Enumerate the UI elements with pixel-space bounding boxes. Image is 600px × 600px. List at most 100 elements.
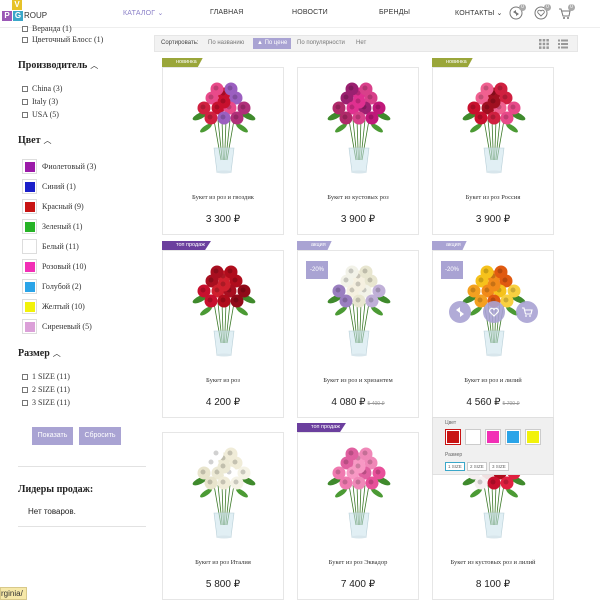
option-size[interactable]: 3 SIZE — [489, 462, 509, 471]
color-title[interactable]: Цвет ︿ — [18, 135, 52, 146]
product-name[interactable]: Букет из роз Эквадор — [298, 559, 418, 566]
product-image[interactable] — [319, 259, 399, 359]
product-price: 3 300 ₽ — [163, 214, 283, 225]
option-swatch[interactable] — [485, 429, 501, 445]
nav-catalog[interactable]: КАТАЛОГ ⌄ — [123, 9, 164, 17]
product-price: 3 900 ₽ — [433, 214, 553, 225]
product-name[interactable]: Букет из роз — [163, 377, 283, 384]
nav-home[interactable]: ГЛАВНАЯ — [210, 9, 244, 16]
nav-contacts[interactable]: КОНТАКТЫ ⌄ — [455, 9, 503, 17]
leaders-title: Лидеры продаж: — [18, 484, 94, 495]
grid-view-icon[interactable] — [539, 39, 549, 49]
color-title-text: Цвет — [18, 135, 41, 146]
color-swatch-box[interactable] — [22, 259, 37, 274]
nav-news[interactable]: НОВОСТИ — [292, 9, 328, 16]
option-swatch[interactable] — [465, 429, 481, 445]
logo-letter-p: P — [2, 11, 12, 21]
product-price: 7 400 ₽ — [298, 579, 418, 590]
nav-brands[interactable]: БРЕНДЫ — [379, 9, 410, 16]
favorite-button[interactable] — [483, 301, 505, 323]
compare-icon[interactable]: 0 — [508, 4, 526, 21]
product-price: 8 100 ₽ — [433, 579, 553, 590]
product-name[interactable]: Букет из кустовых роз — [298, 194, 418, 201]
product-image[interactable] — [319, 76, 399, 176]
current-price: 8 100 ₽ — [475, 579, 511, 590]
color-swatch-box[interactable] — [22, 299, 37, 314]
color-swatch — [25, 162, 35, 172]
checkbox[interactable] — [22, 112, 28, 118]
sort-by-popularity[interactable]: По популярности — [297, 40, 345, 46]
product-card[interactable]: Букет из кустовых роз 3 900 ₽ — [297, 67, 419, 235]
filter-manufacturer-item[interactable]: China (3) — [22, 84, 62, 93]
checkbox[interactable] — [22, 400, 28, 406]
product-card[interactable]: топ продаж Букет из роз Эквадор 7 400 ₽ — [297, 423, 419, 600]
color-swatch-box[interactable] — [22, 199, 37, 214]
filter-size-item[interactable]: 2 SIZE (11) — [22, 385, 70, 394]
option-size[interactable]: 2 SIZE — [467, 462, 487, 471]
color-swatch-box[interactable] — [22, 239, 37, 254]
option-swatch[interactable] — [445, 429, 461, 445]
checkbox[interactable] — [22, 99, 28, 105]
status-bar-url: rginia/ — [0, 587, 27, 600]
filter-manufacturer-item[interactable]: USA (5) — [22, 110, 59, 119]
color-swatch-box[interactable] — [22, 319, 37, 334]
product-name[interactable]: Букет из роз и лилий — [433, 377, 553, 384]
checkbox[interactable] — [22, 86, 28, 92]
show-button[interactable]: Показать — [32, 427, 73, 445]
product-image[interactable] — [454, 76, 534, 176]
logo[interactable]: V P G ROUP — [2, 0, 50, 24]
discount-badge: -20% — [441, 261, 463, 279]
option-swatch[interactable] — [505, 429, 521, 445]
option-size[interactable]: 1 SIZE — [445, 462, 465, 471]
sort-by-name[interactable]: По названию — [208, 40, 244, 46]
favorites-icon[interactable]: 0 — [533, 4, 551, 21]
filter-size-item[interactable]: 1 SIZE (11) — [22, 372, 70, 381]
reset-button[interactable]: Сбросить — [79, 427, 121, 445]
sort-by-price[interactable]: ▲ По цене — [253, 38, 292, 49]
color-swatch-box[interactable] — [22, 159, 37, 174]
cart-icon[interactable]: 0 — [557, 4, 575, 21]
filter-type-item[interactable]: Цветочный Блосс (1) — [22, 35, 103, 44]
product-image[interactable] — [184, 76, 264, 176]
product-image[interactable] — [184, 259, 264, 359]
product-name[interactable]: Букет из роз Россия — [433, 194, 553, 201]
product-image[interactable] — [319, 441, 399, 541]
product-card[interactable]: новинка Букет из роз и гвоздик 3 300 ₽ — [162, 58, 284, 235]
product-image[interactable] — [184, 441, 264, 541]
product-card[interactable]: топ продаж Букет из роз 4 200 ₽ — [162, 241, 284, 418]
filter-label: Голубой (2) — [42, 282, 82, 291]
checkbox[interactable] — [22, 26, 28, 32]
filter-type-item[interactable]: Веранда (1) — [22, 24, 72, 33]
sort-label: Сортировать: — [161, 40, 199, 46]
swatch-color — [447, 431, 459, 443]
checkbox[interactable] — [22, 37, 28, 43]
checkbox[interactable] — [22, 387, 28, 393]
color-swatch-box[interactable] — [22, 279, 37, 294]
product-card[interactable]: акция -20% Букет из роз и хризантем 4 080 ₽… — [297, 241, 419, 418]
chevron-up-icon: ︿ — [52, 349, 61, 358]
sort-none[interactable]: Нет — [356, 40, 366, 46]
filter-manufacturer-item[interactable]: Italy (3) — [22, 97, 58, 106]
product-name[interactable]: Букет из роз и хризантем — [298, 377, 418, 384]
option-swatch[interactable] — [525, 429, 541, 445]
product-card[interactable]: новинка Букет из роз Россия 3 900 ₽ — [432, 58, 554, 235]
product-ribbon: новинка — [162, 58, 203, 67]
add-to-cart-button[interactable] — [516, 301, 538, 323]
product-card[interactable]: Букет из роз Италия 5 800 ₽ — [162, 432, 284, 600]
checkbox[interactable] — [22, 374, 28, 380]
product-name[interactable]: Букет из кустовых роз и лилий — [433, 559, 553, 566]
color-swatch-box[interactable] — [22, 219, 37, 234]
divider — [18, 526, 146, 527]
manufacturer-title[interactable]: Производитель ︿ — [18, 60, 98, 71]
swatch-color — [527, 431, 539, 443]
product-name[interactable]: Букет из роз и гвоздик — [163, 194, 283, 201]
product-name[interactable]: Букет из роз Италия — [163, 559, 283, 566]
filter-label: Желтый (10) — [42, 302, 85, 311]
filter-label: Веранда (1) — [32, 24, 72, 33]
size-title[interactable]: Размер ︿ — [18, 348, 61, 359]
list-view-icon[interactable] — [558, 39, 568, 49]
compare-button[interactable] — [449, 301, 471, 323]
product-card[interactable]: акция -20% Букет из роз и лилий 4 560 ₽5 70… — [432, 241, 554, 418]
color-swatch-box[interactable] — [22, 179, 37, 194]
filter-size-item[interactable]: 3 SIZE (11) — [22, 398, 70, 407]
